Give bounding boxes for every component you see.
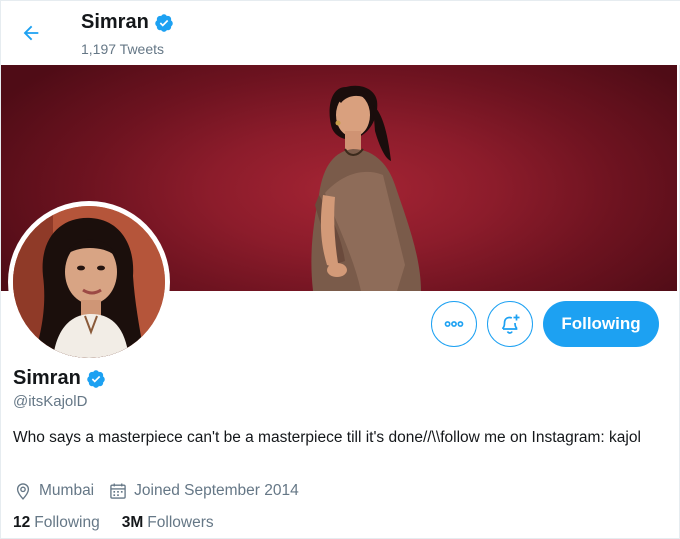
- avatar-image: [13, 206, 165, 358]
- profile-name-row: Simran: [13, 367, 106, 390]
- more-horizontal-icon: [444, 321, 464, 327]
- profile-page: Simran 1,197 Tweets Following Simran @it…: [0, 0, 680, 539]
- more-options-button[interactable]: [431, 301, 477, 347]
- profile-stats: 12 Following 3M Followers: [13, 514, 236, 532]
- followers-count-link[interactable]: 3M Followers: [122, 514, 214, 532]
- verified-badge-icon: [87, 369, 105, 388]
- profile-display-name: Simran: [13, 367, 81, 389]
- calendar-icon: [110, 483, 126, 499]
- profile-avatar[interactable]: [8, 201, 170, 363]
- verified-badge-icon: [155, 13, 173, 32]
- back-button[interactable]: [13, 15, 49, 51]
- followers-count: 3M: [121, 514, 144, 531]
- header-display-name: Simran: [81, 11, 149, 33]
- avatar-illustration: [13, 206, 165, 358]
- profile-bio: Who says a masterpiece can't be a master…: [13, 429, 641, 446]
- location-text: Mumbai: [39, 482, 95, 499]
- location-pin-icon: [16, 483, 30, 500]
- profile-meta: Mumbai Joined September 2014: [13, 481, 313, 501]
- following-count-link[interactable]: 12 Following: [13, 514, 100, 532]
- profile-header: Simran 1,197 Tweets: [1, 1, 680, 65]
- location-item: Mumbai: [13, 481, 94, 501]
- header-title-row: Simran: [81, 11, 174, 34]
- header-tweet-count: 1,197 Tweets: [81, 41, 165, 57]
- bell-plus-icon: [502, 314, 520, 334]
- joined-item: Joined September 2014: [108, 481, 299, 501]
- arrow-left-icon: [23, 25, 39, 41]
- following-count: 12: [13, 514, 31, 531]
- notifications-button[interactable]: [487, 301, 533, 347]
- profile-handle: @itsKajolD: [13, 393, 88, 410]
- followers-label: Followers: [147, 514, 214, 531]
- following-label: Following: [34, 514, 100, 531]
- following-button[interactable]: Following: [543, 301, 659, 347]
- joined-date-text: Joined September 2014: [134, 482, 299, 499]
